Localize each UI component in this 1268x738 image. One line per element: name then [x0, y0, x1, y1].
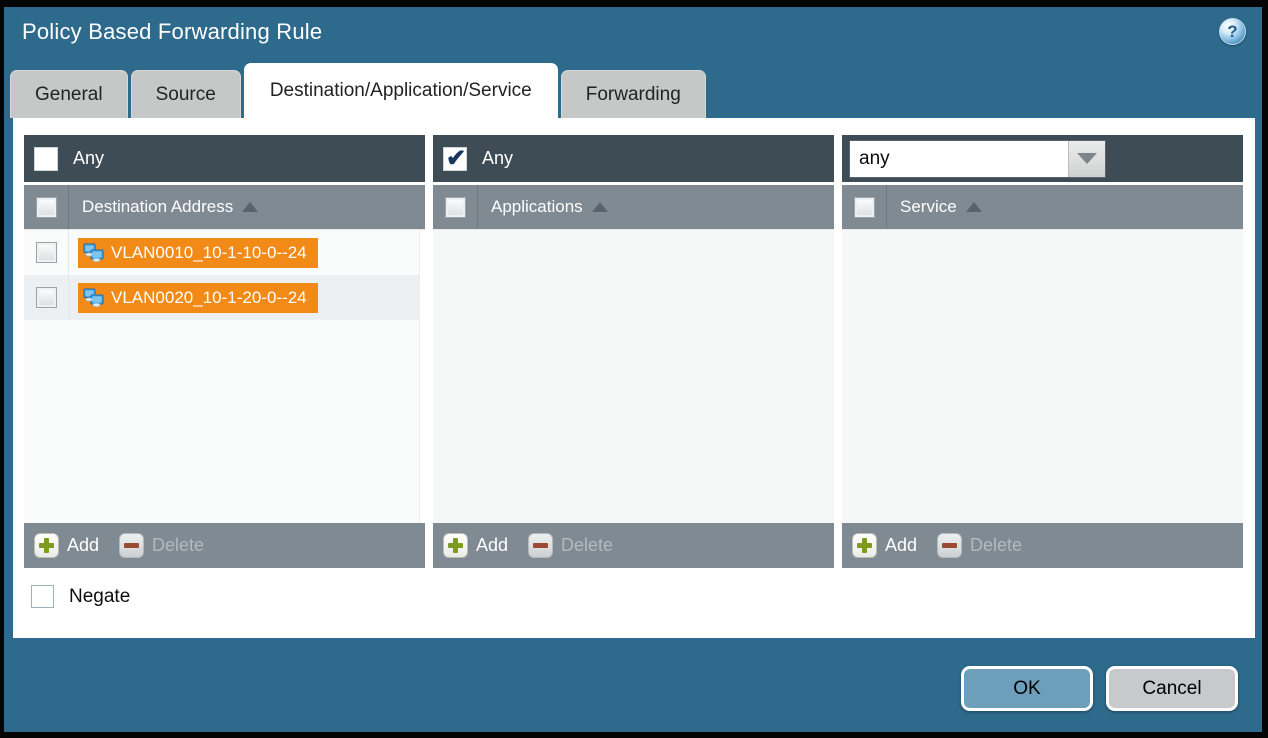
applications-any-checkbox[interactable] — [443, 147, 467, 171]
row-checkbox[interactable] — [36, 242, 57, 263]
minus-icon — [119, 533, 144, 558]
cancel-button[interactable]: Cancel — [1106, 666, 1238, 711]
minus-icon — [528, 533, 553, 558]
service-dropdown-value: any — [850, 141, 1068, 177]
applications-select-all-checkbox[interactable] — [445, 197, 466, 218]
network-computers-icon — [83, 243, 104, 262]
service-toolbar: Add Delete — [842, 523, 1243, 568]
negate-checkbox[interactable] — [31, 585, 54, 608]
address-object-label: VLAN0020_10-1-20-0--24 — [111, 288, 307, 308]
chevron-down-icon — [1077, 153, 1097, 164]
destination-toolbar: Add Delete — [24, 523, 425, 568]
tab-destination-application-service[interactable]: Destination/Application/Service — [244, 63, 558, 118]
tab-bar: General Source Destination/Application/S… — [4, 57, 1262, 118]
destination-any-checkbox[interactable] — [34, 147, 58, 171]
sort-asc-icon — [966, 202, 982, 212]
help-icon[interactable]: ? — [1219, 18, 1246, 45]
delete-button[interactable]: Delete — [528, 533, 613, 558]
network-computers-icon — [83, 288, 104, 307]
table-row[interactable]: VLAN0020_10-1-20-0--24 — [24, 275, 425, 320]
destination-list: VLAN0010_10-1-10-0--24 — [24, 229, 425, 523]
tab-forwarding[interactable]: Forwarding — [561, 70, 706, 118]
minus-icon — [937, 533, 962, 558]
dialog-title: Policy Based Forwarding Rule — [22, 19, 322, 45]
plus-icon — [34, 533, 59, 558]
plus-icon — [443, 533, 468, 558]
tab-general[interactable]: General — [10, 70, 128, 118]
service-dropdown-button[interactable] — [1068, 141, 1105, 177]
applications-column-header: Applications — [433, 185, 834, 229]
negate-label: Negate — [69, 586, 130, 608]
tab-content: Any Destination Address — [13, 118, 1255, 638]
service-select-all-checkbox[interactable] — [854, 197, 875, 218]
destination-any-bar: Any — [24, 135, 425, 182]
applications-header-label-cell[interactable]: Applications — [478, 197, 608, 217]
plus-icon — [852, 533, 877, 558]
service-list — [842, 229, 1243, 523]
destination-column-header: Destination Address — [24, 185, 425, 229]
ok-button[interactable]: OK — [961, 666, 1093, 711]
service-column-header: Service — [842, 185, 1243, 229]
destination-select-all-checkbox[interactable] — [36, 197, 57, 218]
destination-header-label-cell[interactable]: Destination Address — [69, 197, 258, 217]
service-dropdown-bar: any — [842, 135, 1243, 182]
service-dropdown[interactable]: any — [849, 140, 1106, 178]
service-header-label: Service — [900, 197, 957, 217]
table-row[interactable]: VLAN0010_10-1-10-0--24 — [24, 230, 425, 275]
applications-list — [433, 229, 834, 523]
panel-columns: Any Destination Address — [24, 135, 1243, 568]
address-object-label: VLAN0010_10-1-10-0--24 — [111, 243, 307, 263]
destination-header-label: Destination Address — [82, 197, 233, 217]
applications-panel: Any Applications Add — [433, 135, 834, 568]
service-header-label-cell[interactable]: Service — [887, 197, 982, 217]
address-object-chip[interactable]: VLAN0020_10-1-20-0--24 — [78, 283, 318, 313]
applications-any-bar: Any — [433, 135, 834, 182]
destination-any-label: Any — [73, 148, 104, 169]
dialog-titlebar: Policy Based Forwarding Rule ? — [4, 7, 1262, 57]
sort-asc-icon — [592, 202, 608, 212]
add-button[interactable]: Add — [443, 533, 508, 558]
sort-asc-icon — [242, 202, 258, 212]
destination-address-panel: Any Destination Address — [24, 135, 425, 568]
service-panel: any Service — [842, 135, 1243, 568]
negate-option: Negate — [31, 585, 1243, 608]
applications-any-label: Any — [482, 148, 513, 169]
add-button[interactable]: Add — [34, 533, 99, 558]
delete-button[interactable]: Delete — [119, 533, 204, 558]
applications-header-label: Applications — [491, 197, 583, 217]
tab-source[interactable]: Source — [131, 70, 241, 118]
dialog-actions: OK Cancel — [961, 666, 1238, 711]
delete-button[interactable]: Delete — [937, 533, 1022, 558]
scrollbar-track[interactable] — [419, 230, 425, 523]
policy-based-forwarding-dialog: Policy Based Forwarding Rule ? General S… — [0, 0, 1268, 738]
row-checkbox[interactable] — [36, 287, 57, 308]
add-button[interactable]: Add — [852, 533, 917, 558]
address-object-chip[interactable]: VLAN0010_10-1-10-0--24 — [78, 238, 318, 268]
applications-toolbar: Add Delete — [433, 523, 834, 568]
